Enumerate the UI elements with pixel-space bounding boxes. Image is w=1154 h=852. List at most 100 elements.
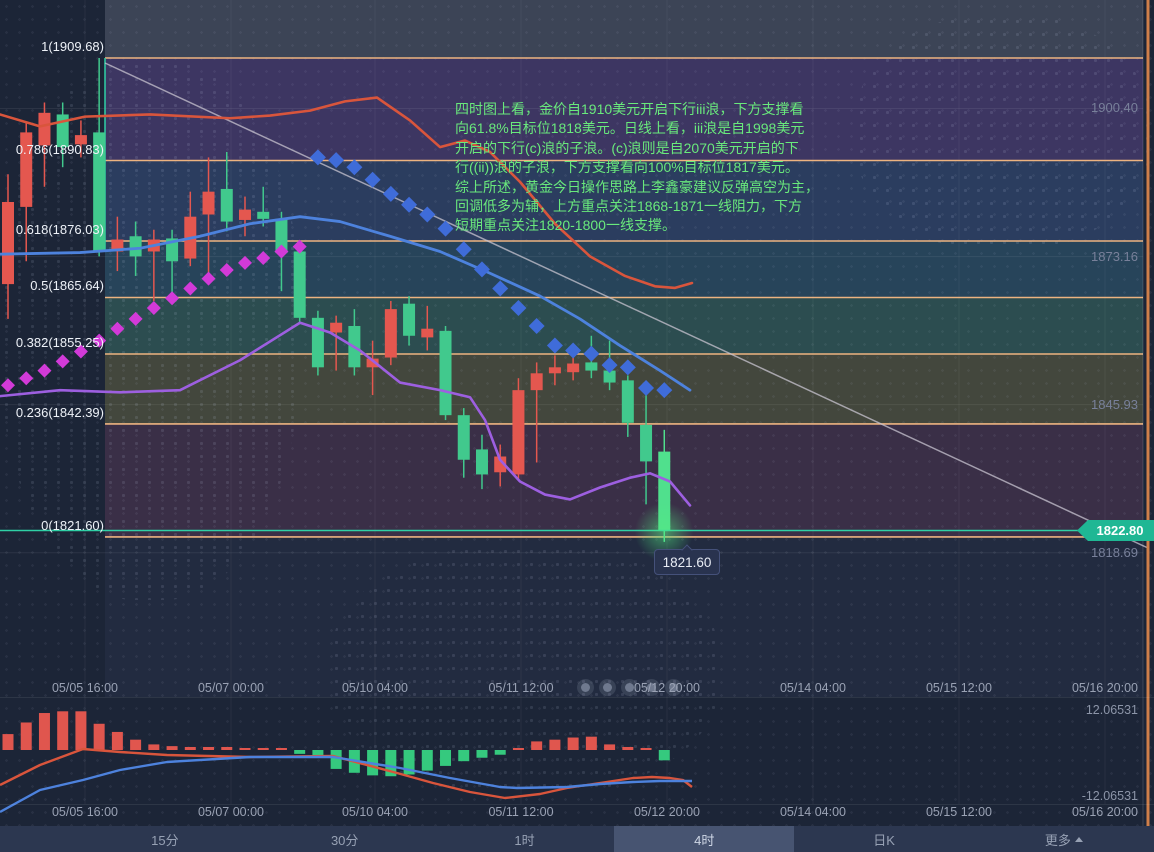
chevron-up-icon <box>1075 837 1083 842</box>
time-axis-label: 05/05 16:00 <box>52 805 118 819</box>
sar-diamond <box>529 318 545 334</box>
macd-scale-min: -12.06531 <box>1082 789 1138 803</box>
macd-bar <box>57 711 68 750</box>
sar-diamond <box>438 221 454 237</box>
candle-body <box>403 304 415 336</box>
price-tooltip: 1821.60 <box>654 549 720 575</box>
sar-diamond <box>56 354 70 368</box>
macd-bar <box>258 748 269 750</box>
candle-body <box>458 415 470 460</box>
fib-level-label: 0.5(1865.64) <box>0 279 104 293</box>
sar-diamond <box>202 272 216 286</box>
macd-bar <box>622 747 633 750</box>
candle-body <box>385 309 397 357</box>
candle-body <box>585 362 597 370</box>
current-price-tag: 1822.80 <box>1077 520 1154 541</box>
macd-bar <box>39 713 50 750</box>
time-axis-label: 05/12 20:00 <box>634 681 700 695</box>
sar-diamond <box>547 338 563 354</box>
annotation-line: 四时图上看，金价自1910美元开启下行iii浪，下方支撑看 <box>455 100 819 119</box>
macd-scale-max: 12.06531 <box>1086 703 1138 717</box>
panel-separator <box>0 804 1154 805</box>
time-axis-label: 05/14 04:00 <box>780 805 846 819</box>
macd-bar <box>586 737 597 750</box>
price-axis-label: 1900.40 <box>1091 100 1138 115</box>
candle-body <box>130 236 142 256</box>
candle-body <box>294 251 306 317</box>
time-axis-label: 05/10 04:00 <box>342 681 408 695</box>
sar-diamond <box>310 149 326 165</box>
annotation-line: 回调低多为辅，上方重点关注1868-1871一线阻力，下方 <box>455 197 819 216</box>
tab-30min[interactable]: 30分 <box>255 826 435 852</box>
sar-diamond <box>220 263 234 277</box>
sar-diamond <box>328 152 344 168</box>
macd-bar <box>422 750 433 771</box>
candle-body <box>640 425 652 461</box>
sar-diamond <box>456 241 472 257</box>
tab-1hour[interactable]: 1时 <box>435 826 615 852</box>
trading-chart-app: 1(1909.68) 0.786(1890.83) 0.618(1876.03) 0.… <box>0 0 1154 852</box>
candle-body <box>221 189 233 222</box>
macd-bar <box>75 711 86 750</box>
candle-body <box>476 449 488 474</box>
candle-body <box>38 113 50 146</box>
macd-bar <box>568 738 579 750</box>
macd-bar <box>604 744 615 750</box>
panel-separator <box>0 697 1154 698</box>
sar-diamond <box>346 159 362 175</box>
macd-bar <box>221 747 232 750</box>
candle-body <box>567 364 579 373</box>
tab-daily[interactable]: 日K <box>794 826 974 852</box>
candle-body <box>330 323 342 333</box>
macd-bar <box>148 744 159 750</box>
candle-body <box>421 329 433 338</box>
sar-diamond <box>383 186 399 202</box>
time-axis-label: 05/12 20:00 <box>634 805 700 819</box>
fib-level-label: 0.382(1855.25) <box>0 336 104 350</box>
sar-diamond <box>19 371 33 385</box>
time-axis-label: 05/16 20:00 <box>1072 805 1138 819</box>
sar-diamond <box>165 291 179 305</box>
macd-bar <box>659 750 670 760</box>
macd-bar <box>458 750 469 761</box>
sar-diamond <box>1 378 15 392</box>
candle-body <box>312 318 324 367</box>
macd-bar <box>3 734 14 750</box>
fib-level-label: 0.618(1876.03) <box>0 223 104 237</box>
sar-diamond <box>656 382 672 398</box>
time-axis-label: 05/10 04:00 <box>342 805 408 819</box>
sar-diamond <box>565 342 581 358</box>
fib-level-label: 0(1821.60) <box>0 519 104 533</box>
tab-15min[interactable]: 15分 <box>75 826 255 852</box>
sar-diamond <box>183 281 197 295</box>
macd-bar <box>167 746 178 750</box>
candle-body <box>203 192 215 215</box>
glow-dot <box>581 683 590 692</box>
time-axis-label: 05/05 16:00 <box>52 681 118 695</box>
fib-level-label: 0.786(1890.83) <box>0 143 104 157</box>
tab-label: 30分 <box>331 830 358 849</box>
sar-diamond <box>638 380 654 396</box>
sar-diamond <box>238 256 252 270</box>
candle-body <box>2 202 14 284</box>
analyst-annotation: 四时图上看，金价自1910美元开启下行iii浪，下方支撑看 向61.8%目标位1… <box>455 100 819 236</box>
tab-more[interactable]: 更多 <box>974 826 1154 852</box>
fib-level-label: 1(1909.68) <box>0 40 104 54</box>
tab-label: 1时 <box>514 830 534 849</box>
fib-level-label: 0.236(1842.39) <box>0 406 104 420</box>
time-axis-label: 05/11 12:00 <box>488 681 553 695</box>
macd-bar <box>185 747 196 750</box>
macd-bar <box>513 748 524 750</box>
macd-bar <box>549 740 560 750</box>
candle-body <box>440 331 452 415</box>
tab-4hour[interactable]: 4时 <box>614 826 794 852</box>
candle-body <box>512 390 524 474</box>
tab-label: 日K <box>873 830 895 849</box>
macd-bar <box>239 748 250 750</box>
sar-diamond <box>474 261 490 277</box>
tab-label: 4时 <box>694 830 714 849</box>
macd-bar <box>203 747 214 750</box>
time-axis-label: 05/16 20:00 <box>1072 681 1138 695</box>
sar-diamond <box>620 359 636 375</box>
tab-label: 更多 <box>1045 830 1071 849</box>
